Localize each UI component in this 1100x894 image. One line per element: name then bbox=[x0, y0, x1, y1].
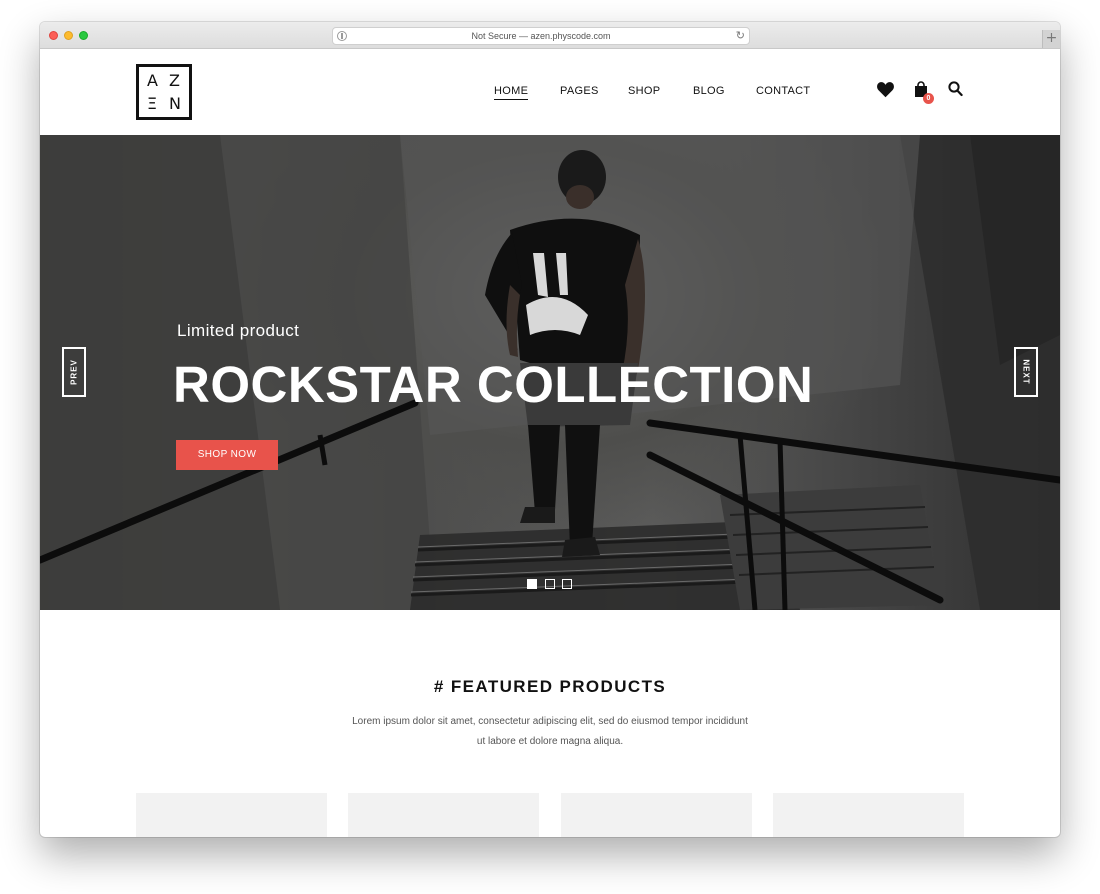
product-card[interactable] bbox=[136, 793, 327, 837]
product-card[interactable] bbox=[773, 793, 964, 837]
address-bar[interactable]: Not Secure — azen.physcode.com ↻ bbox=[332, 27, 750, 45]
logo-letter: Ξ bbox=[147, 94, 158, 113]
site-logo[interactable]: A Z Ξ N bbox=[136, 64, 192, 120]
slide-dot-1[interactable] bbox=[527, 579, 537, 589]
window-maximize-button[interactable] bbox=[79, 31, 88, 40]
slide-dot-3[interactable] bbox=[562, 579, 572, 589]
hero-slider: Limited product ROCKSTAR COLLECTION SHOP… bbox=[40, 135, 1060, 610]
url-text: Not Secure — azen.physcode.com bbox=[471, 31, 611, 41]
nav-item-contact[interactable]: CONTACT bbox=[756, 85, 810, 97]
shop-now-button[interactable]: SHOP NOW bbox=[176, 440, 278, 470]
featured-products-title: # FEATURED PRODUCTS bbox=[433, 677, 667, 696]
nav-item-home[interactable]: HOME bbox=[494, 85, 529, 100]
prev-slide-button[interactable]: PREV bbox=[62, 347, 86, 397]
product-card[interactable] bbox=[561, 793, 752, 837]
new-tab-button[interactable]: + bbox=[1042, 30, 1060, 48]
logo-letter: N bbox=[169, 94, 181, 113]
site-header: A Z Ξ N HOME PAGES SHOP BLOG CONTACT 0 bbox=[40, 49, 1060, 135]
cart-count-badge: 0 bbox=[923, 93, 934, 104]
featured-products-description: Lorem ipsum dolor sit amet, consectetur … bbox=[352, 716, 748, 747]
logo-letter: A bbox=[147, 71, 158, 90]
next-slide-label: NEXT bbox=[1021, 359, 1031, 385]
browser-window: Not Secure — azen.physcode.com ↻ + A Z Ξ… bbox=[40, 22, 1060, 837]
prev-slide-label: PREV bbox=[69, 359, 79, 385]
slide-dot-2[interactable] bbox=[545, 579, 555, 589]
hero-subtitle: Limited product bbox=[177, 321, 300, 340]
reload-icon[interactable]: ↻ bbox=[736, 29, 745, 42]
nav-item-blog[interactable]: BLOG bbox=[693, 85, 725, 97]
search-icon[interactable] bbox=[948, 81, 963, 97]
heart-icon[interactable] bbox=[876, 81, 895, 98]
next-slide-button[interactable]: NEXT bbox=[1014, 347, 1038, 397]
hero-title: ROCKSTAR COLLECTION bbox=[173, 356, 814, 413]
window-close-button[interactable] bbox=[49, 31, 58, 40]
nav-item-pages[interactable]: PAGES bbox=[560, 85, 599, 97]
nav-item-shop[interactable]: SHOP bbox=[628, 85, 660, 97]
window-minimize-button[interactable] bbox=[64, 31, 73, 40]
product-card[interactable] bbox=[348, 793, 539, 837]
logo-letter: Z bbox=[169, 71, 180, 90]
browser-titlebar: Not Secure — azen.physcode.com ↻ + bbox=[40, 22, 1060, 49]
